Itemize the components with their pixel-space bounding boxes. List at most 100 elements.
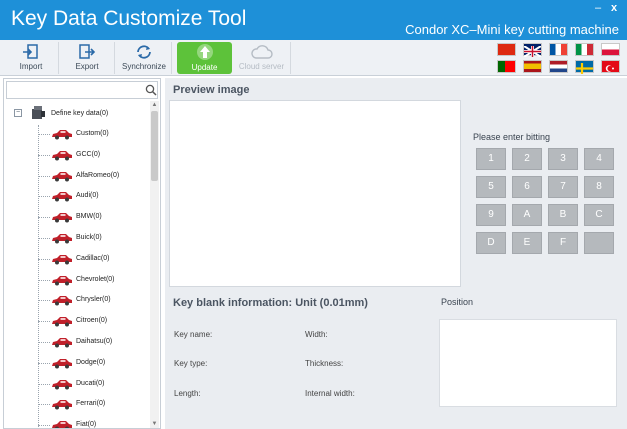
tree-connector [38, 425, 50, 427]
bitting-key-8[interactable]: 8 [584, 176, 614, 198]
cloud-server-button[interactable]: Cloud server [233, 42, 291, 74]
main-content: Preview image Please enter bitting 1234 5… [165, 78, 627, 429]
bitting-key-1[interactable]: 1 [476, 148, 506, 170]
tree-connector [38, 279, 50, 281]
tree-item[interactable]: Dodge(0) [38, 354, 148, 374]
tree-item-label: GCC(0) [76, 150, 101, 158]
update-button[interactable]: Update [177, 42, 232, 74]
bitting-key-2[interactable]: 2 [512, 148, 542, 170]
bitting-key-d[interactable]: D [476, 232, 506, 254]
search-icon[interactable] [145, 84, 157, 96]
car-icon [51, 129, 73, 140]
car-icon [51, 316, 73, 327]
synchronize-label: Synchronize [121, 62, 167, 71]
tree-item[interactable]: Ferrari(0) [38, 395, 148, 415]
tree-item[interactable]: Chevrolet(0) [38, 271, 148, 291]
length-label: Length: [174, 389, 201, 398]
flag-spanish-icon[interactable] [523, 60, 542, 73]
tree-item[interactable]: Cadillac(0) [38, 250, 148, 270]
tree-connector [38, 362, 50, 364]
tree-item[interactable]: Ducati(0) [38, 375, 148, 395]
flag-english-icon[interactable] [523, 43, 542, 58]
export-button[interactable]: Export [60, 42, 115, 74]
flag-portuguese-icon[interactable] [497, 60, 516, 73]
bitting-key-f[interactable]: F [548, 232, 578, 254]
car-icon [51, 171, 73, 182]
tree-item[interactable]: Daihatsu(0) [38, 333, 148, 353]
title-bar: Key Data Customize Tool Condor XC–Mini k… [0, 0, 627, 40]
tree-search-input[interactable] [6, 81, 158, 99]
import-button[interactable]: Import [4, 42, 59, 74]
bitting-key-7[interactable]: 7 [548, 176, 578, 198]
preview-title: Preview image [173, 84, 250, 96]
toolbar: Import Export Synchronize Update Cloud s… [0, 40, 627, 76]
bitting-key-3[interactable]: 3 [548, 148, 578, 170]
export-icon [79, 44, 96, 59]
car-icon [51, 150, 73, 161]
tree-connector [38, 175, 50, 177]
car-icon [51, 399, 73, 410]
tree-item[interactable]: Buick(0) [38, 229, 148, 249]
tree-item-label: Chevrolet(0) [76, 275, 115, 283]
tree-item[interactable]: Citroen(0) [38, 312, 148, 332]
app-title: Key Data Customize Tool [11, 7, 247, 30]
tree-item-label: Chrysler(0) [76, 296, 111, 304]
scroll-down-arrow-icon[interactable]: ▼ [150, 420, 159, 428]
tree-connector [38, 154, 50, 156]
tree-item-label: Ducati(0) [76, 379, 105, 387]
close-button[interactable]: x [607, 1, 621, 15]
tree-item-label: BMW(0) [76, 213, 102, 221]
car-icon [51, 420, 73, 428]
tree-item[interactable]: Chrysler(0) [38, 291, 148, 311]
flag-turkish-icon[interactable] [601, 60, 620, 73]
position-label: Position [441, 297, 474, 307]
scroll-thumb[interactable] [151, 111, 158, 181]
tree-connector [38, 258, 50, 260]
export-label: Export [75, 62, 99, 71]
flag-italian-icon[interactable] [575, 43, 594, 56]
synchronize-button[interactable]: Synchronize [117, 42, 172, 74]
update-label: Update [191, 63, 218, 72]
tree-item-label: Dodge(0) [76, 358, 106, 366]
tree-item-label: Citroen(0) [76, 317, 108, 325]
tree-connector [38, 321, 50, 323]
bitting-key-6[interactable]: 6 [512, 176, 542, 198]
tree-item-label: Daihatsu(0) [76, 338, 113, 345]
key-data-tree-panel: − Define key data(0) Custom(0) GCC(0) Alfa… [3, 78, 161, 429]
import-label: Import [19, 62, 43, 71]
car-icon [51, 337, 73, 348]
bitting-key-9[interactable]: 9 [476, 204, 506, 226]
tree-item[interactable]: BMW(0) [38, 208, 148, 228]
update-arrow-icon [196, 44, 213, 60]
tree-item[interactable]: Custom(0) [38, 125, 148, 145]
cloud-server-label: Cloud server [238, 62, 285, 71]
flag-chinese-icon[interactable] [497, 43, 516, 56]
flag-polish-icon[interactable] [601, 43, 620, 56]
tree-scrollbar[interactable]: ▲ ▼ [150, 101, 159, 428]
bitting-key-a[interactable]: A [512, 204, 542, 226]
bitting-key-blank[interactable] [584, 232, 614, 254]
flag-dutch-icon[interactable] [549, 60, 568, 73]
minimize-button[interactable]: – [591, 1, 605, 15]
collapse-icon[interactable]: − [14, 109, 22, 117]
tree-item-label: Fiat(0) [76, 421, 97, 428]
bitting-key-b[interactable]: B [548, 204, 578, 226]
tree-item[interactable]: AlfaRomeo(0) [38, 167, 148, 187]
flag-french-icon[interactable] [549, 43, 568, 56]
tree-item[interactable]: Fiat(0) [38, 416, 148, 428]
tree-item[interactable]: GCC(0) [38, 146, 148, 166]
tree-item-label: Ferrari(0) [76, 400, 106, 408]
bitting-key-5[interactable]: 5 [476, 176, 506, 198]
bitting-key-e[interactable]: E [512, 232, 542, 254]
car-icon [51, 379, 73, 390]
tree-item[interactable]: Audi(0) [38, 187, 148, 207]
key-machine-icon [32, 106, 45, 119]
bitting-key-c[interactable]: C [584, 204, 614, 226]
tree-root-label: Define key data(0) [51, 110, 109, 117]
preview-image-area [169, 100, 461, 287]
flag-swedish-icon[interactable] [575, 60, 594, 74]
thickness-label: Thickness: [305, 359, 344, 368]
tree-connector [38, 217, 50, 219]
bitting-key-4[interactable]: 4 [584, 148, 614, 170]
scroll-up-arrow-icon[interactable]: ▲ [150, 101, 159, 109]
